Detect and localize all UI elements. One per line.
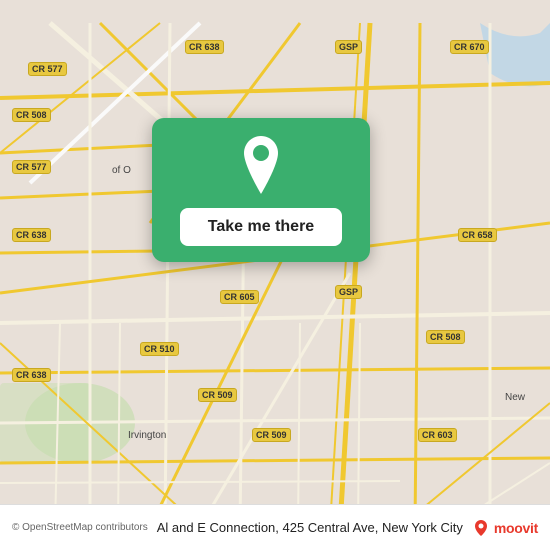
road-label-cr638-3: CR 638 xyxy=(12,368,51,382)
road-label-cr670: CR 670 xyxy=(450,40,489,54)
bottom-bar: © OpenStreetMap contributors Al and E Co… xyxy=(0,504,550,550)
road-label-cr658: CR 658 xyxy=(458,228,497,242)
road-label-cr510: CR 510 xyxy=(140,342,179,356)
road-label-gsp-1: GSP xyxy=(335,40,362,54)
moovit-brand-label: moovit xyxy=(494,520,538,536)
place-label-orange: of O xyxy=(112,165,131,176)
moovit-logo: moovit xyxy=(472,519,538,537)
map-svg xyxy=(0,0,550,550)
moovit-pin-icon xyxy=(472,519,490,537)
map-attribution: © OpenStreetMap contributors xyxy=(12,522,148,533)
map-container: CR 577 CR 638 GSP CR 670 CR 508 CR 577 C… xyxy=(0,0,550,550)
map-pin-icon xyxy=(237,136,285,194)
place-label-irvington: Irvington xyxy=(128,430,166,441)
road-label-cr508-2: CR 508 xyxy=(426,330,465,344)
road-label-cr605: CR 605 xyxy=(220,290,259,304)
place-label-new: New xyxy=(505,392,525,403)
road-label-cr509-2: CR 509 xyxy=(252,428,291,442)
road-label-gsp-2: GSP xyxy=(335,285,362,299)
road-label-cr638-2: CR 638 xyxy=(12,228,51,242)
take-me-there-button[interactable]: Take me there xyxy=(180,208,342,246)
road-label-cr577-2: CR 577 xyxy=(12,160,51,174)
road-label-cr509-1: CR 509 xyxy=(198,388,237,402)
road-label-cr603: CR 603 xyxy=(418,428,457,442)
location-card: Take me there xyxy=(152,118,370,262)
road-label-cr508-1: CR 508 xyxy=(12,108,51,122)
road-label-cr577-1: CR 577 xyxy=(28,62,67,76)
location-address: Al and E Connection, 425 Central Ave, Ne… xyxy=(148,520,472,535)
road-label-cr638-1: CR 638 xyxy=(185,40,224,54)
